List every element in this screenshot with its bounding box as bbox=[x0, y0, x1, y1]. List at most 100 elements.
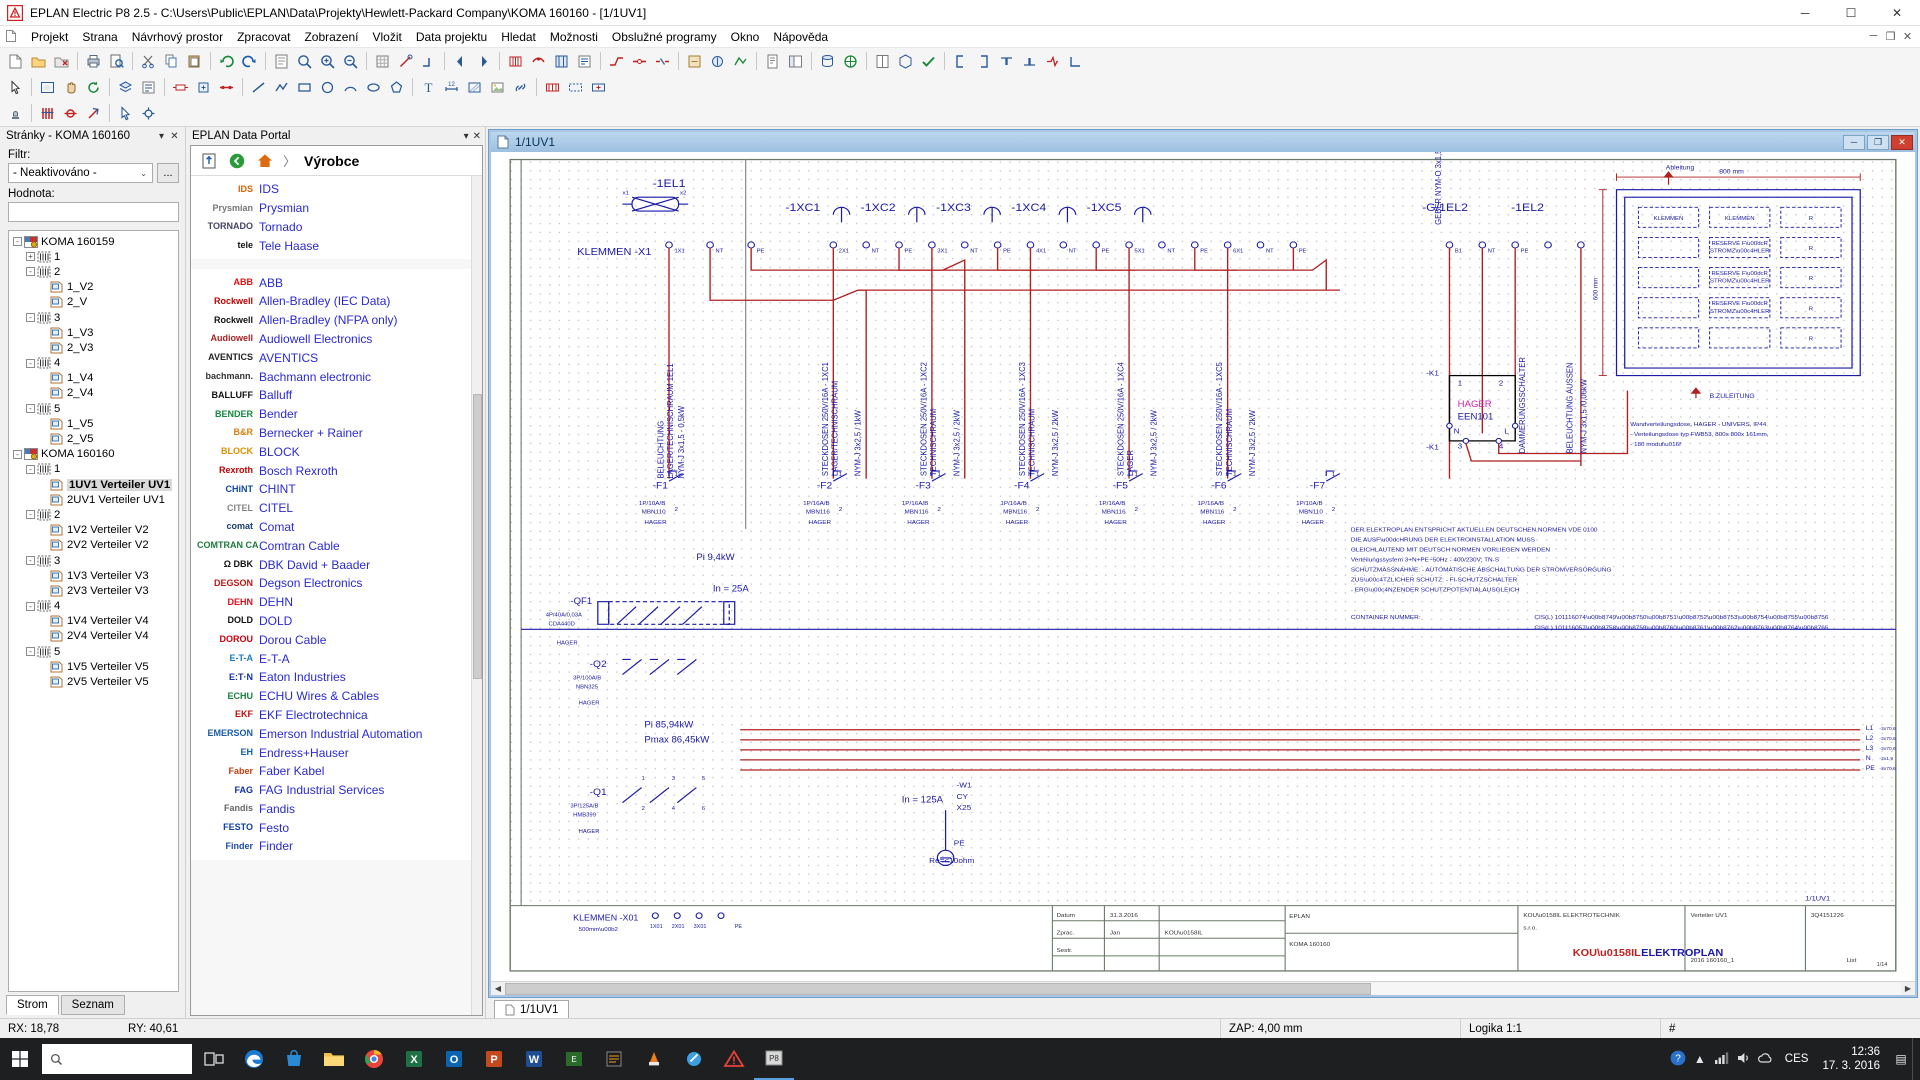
schematic-close-button[interactable]: ✕ bbox=[1891, 134, 1913, 150]
collapse-icon[interactable]: - bbox=[26, 404, 35, 414]
ellipse-icon[interactable] bbox=[362, 76, 384, 98]
manufacturer-name[interactable]: ECHU Wires & Cables bbox=[259, 689, 379, 703]
maximize-button[interactable]: ☐ bbox=[1828, 0, 1874, 26]
manufacturer-name[interactable]: Bachmann electronic bbox=[259, 370, 371, 384]
manufacturer-row[interactable]: DEGSON Degson Electronics bbox=[191, 574, 482, 593]
manufacturer-name[interactable]: Allen-Bradley (IEC Data) bbox=[259, 294, 390, 308]
chrome-icon[interactable] bbox=[354, 1038, 394, 1080]
zoom-in-icon[interactable] bbox=[316, 50, 338, 72]
stamp-icon[interactable] bbox=[4, 102, 26, 124]
manufacturer-row[interactable]: E-T-A E-T-A bbox=[191, 649, 482, 668]
collapse-icon[interactable]: - bbox=[26, 601, 35, 611]
manufacturer-name[interactable]: E-T-A bbox=[259, 652, 290, 666]
plugin2-icon[interactable] bbox=[706, 50, 728, 72]
tool-icon[interactable] bbox=[674, 1038, 714, 1080]
menu-zpracovat[interactable]: Zpracovat bbox=[230, 28, 297, 46]
pages-tree[interactable]: - KOMA 160159 +1-2 1_V2 2_V -3 1_V3 2_V3-4 1_V4 2… bbox=[8, 230, 179, 992]
manufacturer-row[interactable]: Rexroth Bosch Rexroth bbox=[191, 461, 482, 480]
manufacturer-name[interactable]: DBK David + Baader bbox=[259, 558, 370, 572]
menu-zobrazeni[interactable]: Zobrazení bbox=[297, 28, 365, 46]
manufacturer-name[interactable]: IDS bbox=[259, 182, 279, 196]
manufacturer-row[interactable]: Finder Finder bbox=[191, 837, 482, 856]
tree-node[interactable]: 2_V3 bbox=[9, 340, 178, 355]
tree-node[interactable]: 1V4 Verteiler V4 bbox=[9, 614, 178, 629]
manufacturer-row[interactable]: Prysmian Prysmian bbox=[191, 199, 482, 218]
page-nav-icon[interactable] bbox=[270, 50, 292, 72]
hscroll-track[interactable] bbox=[505, 982, 1901, 995]
schematic-canvas[interactable]: -1EL1 -1XC1 -1XC2 -1XC3 -1XC4 -1XC5 -G/1… bbox=[491, 152, 1915, 981]
manufacturer-row[interactable]: tele Tele Haase bbox=[191, 236, 482, 255]
filter-config-button[interactable]: ... bbox=[157, 163, 179, 183]
bracket5-icon[interactable] bbox=[1041, 50, 1063, 72]
scrollbar-thumb[interactable] bbox=[473, 394, 482, 680]
zoom-out-icon[interactable] bbox=[339, 50, 361, 72]
manufacturer-name[interactable]: Balluff bbox=[259, 388, 292, 402]
macro-insert-icon[interactable] bbox=[587, 76, 609, 98]
store-icon[interactable] bbox=[274, 1038, 314, 1080]
tree-node[interactable]: 1V3 Verteiler V3 bbox=[9, 568, 178, 583]
undo-icon[interactable] bbox=[215, 50, 237, 72]
network-icon[interactable] bbox=[1711, 1051, 1733, 1068]
tree-node[interactable]: 2_V5 bbox=[9, 431, 178, 446]
print-icon[interactable] bbox=[82, 50, 104, 72]
collapse-icon[interactable]: - bbox=[26, 358, 35, 368]
bracket2-icon[interactable] bbox=[972, 50, 994, 72]
plugin1-icon[interactable] bbox=[683, 50, 705, 72]
tree-node[interactable]: 1_V5 bbox=[9, 416, 178, 431]
tree-node[interactable]: - KOMA 160159 bbox=[9, 234, 178, 249]
manufacturer-name[interactable]: Finder bbox=[259, 839, 293, 853]
terminal-sort-icon[interactable] bbox=[59, 102, 81, 124]
bracket3-icon[interactable] bbox=[995, 50, 1017, 72]
manufacturer-name[interactable]: Comtran Cable bbox=[259, 539, 340, 553]
word-icon[interactable]: W bbox=[514, 1038, 554, 1080]
tree-node[interactable]: +1 bbox=[9, 249, 178, 264]
edge-icon[interactable] bbox=[234, 1038, 274, 1080]
vlc-icon[interactable] bbox=[634, 1038, 674, 1080]
tree-node[interactable]: -4 bbox=[9, 599, 178, 614]
manufacturer-name[interactable]: CHINT bbox=[259, 482, 296, 496]
manufacturer-name[interactable]: Prysmian bbox=[259, 201, 309, 215]
device-list-icon[interactable] bbox=[573, 50, 595, 72]
dimension-icon[interactable]: 12 bbox=[440, 76, 462, 98]
minimize-button[interactable]: ─ bbox=[1782, 0, 1828, 26]
polyline-icon[interactable] bbox=[270, 76, 292, 98]
portal-icon[interactable] bbox=[839, 50, 861, 72]
manufacturer-name[interactable]: Emerson Industrial Automation bbox=[259, 727, 422, 741]
manufacturer-row[interactable]: Faber Faber Kabel bbox=[191, 762, 482, 781]
show-desktop-button[interactable] bbox=[1912, 1038, 1920, 1080]
cable-icon[interactable] bbox=[527, 50, 549, 72]
folder-icon[interactable] bbox=[314, 1038, 354, 1080]
check-icon[interactable] bbox=[917, 50, 939, 72]
manufacturer-name[interactable]: Audiowell Electronics bbox=[259, 332, 372, 346]
manufacturer-name[interactable]: BLOCK bbox=[259, 445, 300, 459]
tray-expand-icon[interactable]: ▲ bbox=[1689, 1052, 1711, 1066]
taskbar-clock[interactable]: 12:36 17. 3. 2016 bbox=[1816, 1045, 1890, 1073]
tree-node[interactable]: -2 bbox=[9, 264, 178, 279]
ortho-icon[interactable] bbox=[417, 50, 439, 72]
layer-icon[interactable] bbox=[114, 76, 136, 98]
manufacturer-row[interactable]: COMTRAN CABLEComtran Cable bbox=[191, 536, 482, 555]
plugin3-icon[interactable] bbox=[729, 50, 751, 72]
manufacturer-row[interactable]: EMERSON Emerson Industrial Automation bbox=[191, 724, 482, 743]
manufacturer-row[interactable]: Ω DBK DBK David + Baader bbox=[191, 555, 482, 574]
zoom-all-icon[interactable] bbox=[36, 76, 58, 98]
manufacturer-row[interactable]: DOLD DOLD bbox=[191, 612, 482, 631]
manufacturer-row[interactable]: BALLUFF Balluff bbox=[191, 386, 482, 405]
language-indicator[interactable]: CES bbox=[1777, 1053, 1817, 1065]
manufacturer-name[interactable]: DOLD bbox=[259, 614, 292, 628]
manufacturer-row[interactable]: B&R Bernecker + Rainer bbox=[191, 424, 482, 443]
manufacturer-row[interactable]: FESTO Festo bbox=[191, 818, 482, 837]
manufacturer-name[interactable]: Allen-Bradley (NFPA only) bbox=[259, 313, 398, 327]
collapse-icon[interactable]: - bbox=[13, 449, 22, 459]
manufacturer-name[interactable]: DEHN bbox=[259, 595, 293, 609]
pointer-tool-icon[interactable] bbox=[114, 102, 136, 124]
target-icon[interactable] bbox=[137, 102, 159, 124]
collapse-icon[interactable]: - bbox=[26, 510, 35, 520]
menu-moznosti[interactable]: Možnosti bbox=[543, 28, 605, 46]
manufacturer-row[interactable]: DEHN DEHN bbox=[191, 593, 482, 612]
tree-node[interactable]: 1V2 Verteiler V2 bbox=[9, 523, 178, 538]
print-preview-icon[interactable] bbox=[105, 50, 127, 72]
tree-node[interactable]: -5 bbox=[9, 401, 178, 416]
canvas-horizontal-scrollbar[interactable]: ◀ ▶ bbox=[491, 981, 1915, 995]
navigator-icon[interactable] bbox=[784, 50, 806, 72]
